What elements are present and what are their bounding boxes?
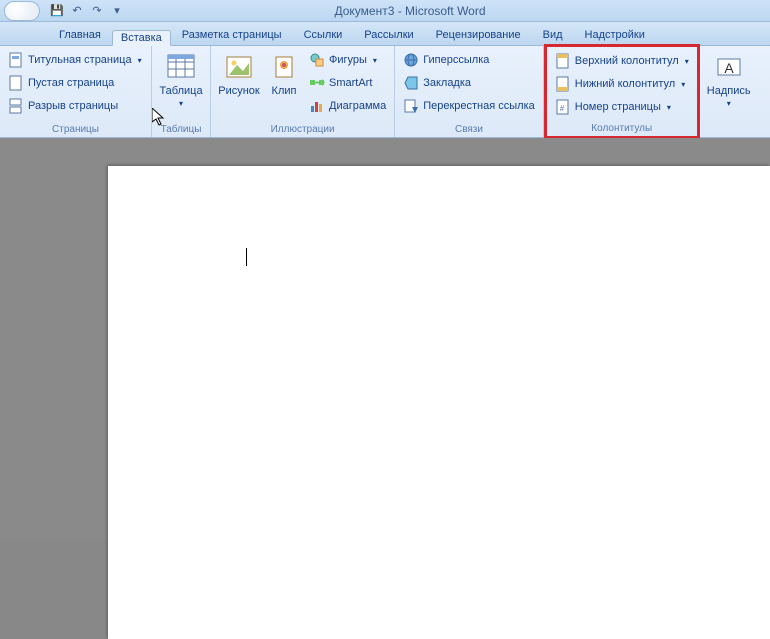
group-tables: Таблица ▾ Таблицы [152, 46, 211, 137]
header-button[interactable]: Верхний колонтитул [551, 50, 693, 72]
document-page[interactable] [108, 166, 770, 639]
office-button[interactable] [4, 1, 40, 21]
page-number-icon: # [555, 99, 571, 115]
window-title: Документ3 - Microsoft Word [130, 4, 690, 18]
footer-icon [555, 76, 571, 92]
textbox-button[interactable]: A Надпись ▾ [704, 49, 754, 110]
footer-button[interactable]: Нижний колонтитул [551, 73, 693, 95]
bookmark-icon [403, 75, 419, 91]
group-illustrations-label: Иллюстрации [211, 123, 394, 137]
hyperlink-icon [403, 52, 419, 68]
cover-page-button[interactable]: Титульная страница [4, 49, 146, 71]
smartart-icon [309, 75, 325, 91]
chevron-down-icon: ▾ [727, 99, 731, 108]
document-area [0, 138, 770, 539]
group-text: A Надпись ▾ [700, 46, 758, 137]
svg-text:#: # [560, 104, 565, 113]
tab-addins[interactable]: Надстройки [574, 25, 656, 45]
tab-review[interactable]: Рецензирование [425, 25, 532, 45]
ribbon-tabs: Главная Вставка Разметка страницы Ссылки… [0, 22, 770, 46]
bookmark-label: Закладка [423, 77, 471, 89]
chart-icon [309, 98, 325, 114]
cover-page-label: Титульная страница [28, 54, 132, 66]
group-text-label [700, 123, 758, 137]
save-icon[interactable]: 💾 [50, 4, 64, 18]
picture-button[interactable]: Рисунок [215, 49, 263, 99]
blank-page-icon [8, 75, 24, 91]
textbox-label: Надпись [707, 85, 751, 97]
page-break-icon [8, 98, 24, 114]
table-icon [165, 51, 197, 83]
table-label: Таблица [159, 85, 202, 97]
page-number-button[interactable]: # Номер страницы [551, 96, 693, 118]
cross-reference-button[interactable]: Перекрестная ссылка [399, 95, 539, 117]
quick-access-toolbar: 💾 ↶ ↷ ▾ [44, 4, 130, 18]
tab-home[interactable]: Главная [48, 25, 112, 45]
smartart-button[interactable]: SmartArt [305, 72, 390, 94]
group-pages-label: Страницы [0, 123, 151, 137]
redo-icon[interactable]: ↷ [90, 4, 104, 18]
clip-button[interactable]: Клип [265, 49, 303, 99]
qat-dropdown-icon[interactable]: ▾ [110, 4, 124, 18]
header-icon [555, 53, 571, 69]
page-number-label: Номер страницы [575, 101, 661, 113]
clip-label: Клип [272, 85, 297, 97]
shapes-label: Фигуры [329, 54, 367, 66]
page-break-label: Разрыв страницы [28, 100, 118, 112]
group-links: Гиперссылка Закладка Перекрестная ссылка… [395, 46, 544, 137]
hyperlink-button[interactable]: Гиперссылка [399, 49, 539, 71]
undo-icon[interactable]: ↶ [70, 4, 84, 18]
header-label: Верхний колонтитул [575, 55, 679, 67]
tab-view[interactable]: Вид [532, 25, 574, 45]
ribbon: Титульная страница Пустая страница Разры… [0, 46, 770, 138]
hyperlink-label: Гиперссылка [423, 54, 489, 66]
title-bar: 💾 ↶ ↷ ▾ Документ3 - Microsoft Word [0, 0, 770, 22]
picture-icon [223, 51, 255, 83]
blank-page-label: Пустая страница [28, 77, 114, 89]
tab-references[interactable]: Ссылки [293, 25, 354, 45]
smartart-label: SmartArt [329, 77, 372, 89]
shapes-button[interactable]: Фигуры [305, 49, 390, 71]
clip-icon [268, 51, 300, 83]
svg-text:A: A [724, 60, 734, 76]
cover-page-icon [8, 52, 24, 68]
chart-button[interactable]: Диаграмма [305, 95, 390, 117]
footer-label: Нижний колонтитул [575, 78, 675, 90]
group-pages: Титульная страница Пустая страница Разры… [0, 46, 152, 137]
tab-page-layout[interactable]: Разметка страницы [171, 25, 293, 45]
text-caret [246, 248, 247, 266]
group-illustrations: Рисунок Клип Фигуры SmartArt Диаграмма [211, 46, 395, 137]
table-button[interactable]: Таблица ▾ [156, 49, 206, 110]
group-links-label: Связи [395, 123, 543, 137]
page-break-button[interactable]: Разрыв страницы [4, 95, 146, 117]
cross-ref-label: Перекрестная ссылка [423, 100, 535, 112]
textbox-icon: A [713, 51, 745, 83]
picture-label: Рисунок [218, 85, 260, 97]
bookmark-button[interactable]: Закладка [399, 72, 539, 94]
chevron-down-icon: ▾ [179, 99, 183, 108]
group-header-footer: Верхний колонтитул Нижний колонтитул # Н… [544, 44, 700, 139]
shapes-icon [309, 52, 325, 68]
tab-mailings[interactable]: Рассылки [353, 25, 424, 45]
chart-label: Диаграмма [329, 100, 386, 112]
group-tables-label: Таблицы [152, 123, 210, 137]
cross-ref-icon [403, 98, 419, 114]
tab-insert[interactable]: Вставка [112, 30, 171, 46]
blank-page-button[interactable]: Пустая страница [4, 72, 146, 94]
group-header-footer-label: Колонтитулы [547, 122, 697, 136]
